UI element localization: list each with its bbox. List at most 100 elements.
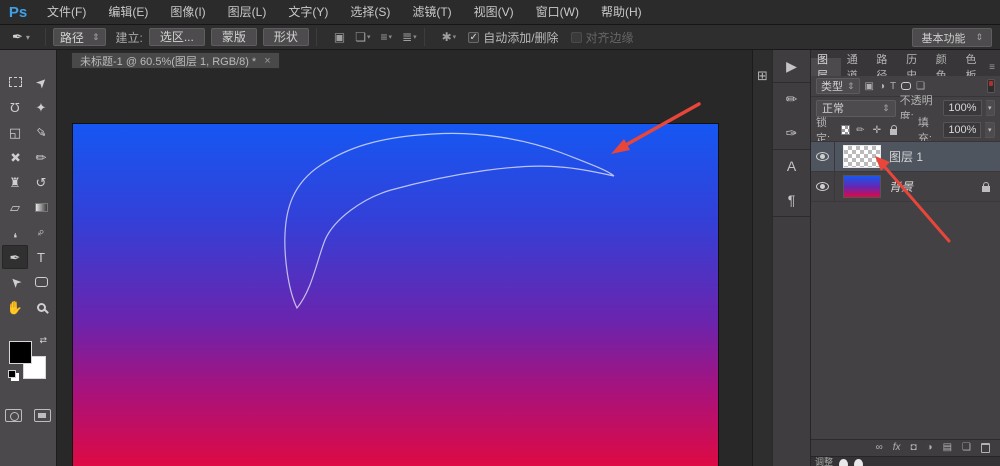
path-alignment-icon[interactable]: ≡ — [381, 30, 388, 44]
make-selection-button[interactable]: 选区... — [149, 28, 205, 46]
tool-history-brush[interactable]: ↺ — [28, 170, 54, 194]
menu-select[interactable]: 选择(S) — [339, 0, 401, 24]
menu-type[interactable]: 文字(Y) — [277, 0, 339, 24]
path-mode-select[interactable]: 路径 ⇕ — [53, 28, 107, 46]
layer-name[interactable]: 背景 — [889, 178, 913, 195]
character-panel-icon[interactable]: A — [780, 156, 804, 176]
tool-pen[interactable]: ✒ — [2, 245, 28, 269]
tool-hand[interactable]: ✋ — [2, 295, 28, 319]
quick-mask-button[interactable] — [5, 409, 22, 422]
brush-panel-icon[interactable]: ✏ — [780, 89, 804, 109]
foreground-color-swatch[interactable] — [9, 341, 32, 364]
opacity-dropdown-icon[interactable]: ▾ — [986, 100, 995, 116]
tab-paths[interactable]: 路径 — [870, 58, 900, 76]
path-new-icon[interactable]: ❏ — [355, 30, 366, 44]
screen-mode-button[interactable] — [34, 409, 51, 422]
actions-panel-icon[interactable]: ▶ — [780, 56, 804, 76]
visibility-cell[interactable] — [811, 142, 835, 171]
menu-filter[interactable]: 滤镜(T) — [401, 0, 462, 24]
brush-presets-panel-icon[interactable]: ✑ — [780, 123, 804, 143]
gear-icon[interactable]: ✱ — [442, 30, 452, 44]
auto-add-delete-checkbox[interactable]: ✓ — [468, 32, 479, 43]
path-arrange-icon[interactable]: ≣ — [402, 30, 412, 44]
delete-layer-icon[interactable] — [981, 443, 990, 453]
menu-help[interactable]: 帮助(H) — [590, 0, 653, 24]
zoom-icon — [37, 303, 46, 312]
tool-type[interactable]: T — [28, 245, 54, 269]
fill-value[interactable]: 100% — [943, 122, 981, 138]
tool-blur[interactable]: ❜ — [2, 220, 28, 244]
menu-layer[interactable]: 图层(L) — [217, 0, 278, 24]
tool-move[interactable]: ➤ — [28, 70, 54, 94]
paragraph-panel-icon[interactable]: ¶ — [780, 190, 804, 210]
layer-thumbnail[interactable] — [843, 145, 881, 168]
close-icon[interactable]: × — [264, 55, 270, 67]
eye-icon — [816, 182, 829, 191]
tab-swatches[interactable]: 色板 — [959, 58, 989, 76]
adjustment-layer-icon[interactable]: ◑ — [927, 443, 933, 453]
tool-zoom[interactable] — [28, 295, 54, 319]
lock-position-icon[interactable]: ✛ — [873, 125, 881, 136]
pen-path-outline — [73, 124, 718, 466]
tab-history[interactable]: 历史 — [900, 58, 930, 76]
collapsed-panel-icon[interactable]: ⊞ — [753, 68, 772, 84]
add-mask-icon[interactable]: ◘ — [910, 443, 916, 453]
menu-window[interactable]: 窗口(W) — [525, 0, 590, 24]
tool-eyedropper[interactable]: ✑ — [28, 120, 54, 144]
tool-brush[interactable]: ✏ — [28, 145, 54, 169]
menu-file[interactable]: 文件(F) — [36, 0, 97, 24]
panel-menu-icon[interactable]: ≡ — [989, 58, 1000, 76]
tool-spot-healing-brush[interactable]: ✚ — [2, 145, 28, 169]
fill-dropdown-icon[interactable]: ▾ — [985, 122, 995, 138]
tab-channels[interactable]: 通道 — [841, 58, 871, 76]
tool-path-selection[interactable]: ➤ — [2, 270, 28, 294]
canvas[interactable] — [73, 124, 718, 466]
updown-icon: ⇕ — [847, 81, 855, 92]
filter-smart-objects-icon[interactable]: ❏ — [916, 81, 925, 92]
filter-toggle-switch[interactable] — [987, 79, 995, 93]
lock-pixels-icon[interactable]: ✏ — [856, 125, 864, 136]
align-edges-checkbox[interactable] — [571, 32, 582, 43]
tool-eraser[interactable]: ▱ — [2, 195, 28, 219]
workspace-switcher-button[interactable]: 基本功能 ⇕ — [912, 28, 992, 47]
path-operations-icon[interactable]: ▣ — [334, 30, 345, 44]
filter-adjustment-layers-icon[interactable]: ◑ — [879, 81, 885, 92]
tool-lasso[interactable]: Ω — [2, 95, 28, 119]
swap-colors-icon[interactable]: ⇄ — [39, 335, 47, 346]
layer-row-background[interactable]: 背景 — [811, 172, 1000, 202]
make-shape-button[interactable]: 形状 — [263, 28, 309, 46]
menu-image[interactable]: 图像(I) — [159, 0, 216, 24]
lock-transparency-icon[interactable] — [841, 125, 850, 135]
default-colors-icon[interactable] — [8, 370, 16, 378]
tab-color[interactable]: 颜色 — [930, 58, 960, 76]
tool-dodge[interactable]: ♀ — [28, 220, 54, 244]
layer-thumbnail[interactable] — [843, 175, 881, 198]
tool-gradient[interactable] — [28, 195, 54, 219]
opacity-value[interactable]: 100% — [943, 100, 981, 116]
tool-clone-stamp[interactable]: ♜ — [2, 170, 28, 194]
tool-shape[interactable] — [28, 270, 54, 294]
layer-name[interactable]: 图层 1 — [889, 148, 923, 165]
tool-magic-wand[interactable]: ✦ — [28, 95, 54, 119]
pen-tool-preset[interactable]: ✒ ▾ — [0, 29, 38, 45]
filter-type-layers-icon[interactable]: T — [890, 81, 896, 92]
tab-layers[interactable]: 图层 — [811, 58, 841, 76]
visibility-cell[interactable] — [811, 172, 835, 201]
menu-view[interactable]: 视图(V) — [463, 0, 525, 24]
lock-row: 锁定: ✏ ✛ 填充: 100% ▾ — [811, 119, 1000, 141]
filter-pixel-layers-icon[interactable]: ▣ — [865, 81, 874, 92]
document-tab[interactable]: 未标题-1 @ 60.5%(图层 1, RGB/8) * × — [71, 52, 280, 69]
layer-row-layer1[interactable]: 图层 1 — [811, 142, 1000, 172]
blend-mode-row: 正常 ⇕ 不透明度: 100% ▾ — [811, 97, 1000, 119]
filter-shape-layers-icon[interactable] — [901, 82, 911, 90]
make-mask-button[interactable]: 蒙版 — [211, 28, 257, 46]
lock-all-icon[interactable] — [890, 129, 897, 135]
new-layer-icon[interactable]: ❏ — [962, 443, 971, 453]
menu-edit[interactable]: 编辑(E) — [97, 0, 159, 24]
tool-crop[interactable]: ◱ — [2, 120, 28, 144]
layer-effects-icon[interactable]: fx — [893, 443, 901, 453]
link-layers-icon[interactable]: ∞ — [876, 443, 883, 453]
filter-type-select[interactable]: 类型 ⇕ — [816, 78, 860, 94]
new-group-icon[interactable]: ▤ — [943, 443, 952, 453]
tool-rectangular-marquee[interactable] — [2, 70, 28, 94]
